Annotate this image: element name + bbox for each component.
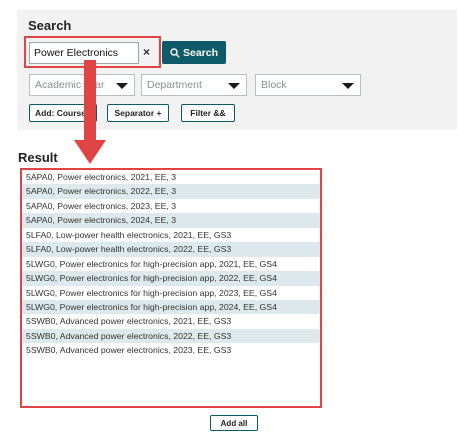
search-button[interactable]: Search xyxy=(162,41,226,64)
list-item[interactable]: 5LWG0, Power electronics for high-precis… xyxy=(22,299,320,315)
list-item[interactable]: 5APA0, Power electronics, 2022, EE, 3 xyxy=(22,184,320,199)
search-button-label: Search xyxy=(182,46,219,59)
filter-button[interactable]: Filter && xyxy=(181,104,235,122)
result-list: 5APA0, Power electronics, 2021, EE, 3 5AP… xyxy=(20,168,322,408)
separator-button[interactable]: Separator + xyxy=(107,104,169,122)
result-title: Result xyxy=(18,150,58,165)
list-item[interactable]: 5LWG0, Power electronics for high-precis… xyxy=(22,286,320,300)
department-select-label: Department xyxy=(147,79,202,91)
chevron-down-icon xyxy=(342,83,354,89)
search-title: Search xyxy=(28,18,72,33)
annotation-arrow-head xyxy=(74,140,106,164)
clear-icon[interactable]: × xyxy=(143,45,150,59)
list-item[interactable]: 5LFA0, Low-power health electronics, 202… xyxy=(22,242,320,257)
chevron-down-icon xyxy=(116,83,128,89)
list-item[interactable]: 5SWB0, Advanced power electronics, 2021,… xyxy=(22,314,320,328)
list-item[interactable]: 5SWB0, Advanced power electronics, 2023,… xyxy=(22,343,320,357)
block-select-label: Block xyxy=(261,79,287,91)
list-item[interactable]: 5APA0, Power electronics, 2023, EE, 3 xyxy=(22,199,320,213)
list-item[interactable]: 5SWB0, Advanced power electronics, 2022,… xyxy=(22,328,320,344)
list-item[interactable]: 5APA0, Power electronics, 2021, EE, 3 xyxy=(22,170,320,184)
search-panel: Search × Search Academic year Department… xyxy=(17,10,457,130)
list-item[interactable]: 5APA0, Power electronics, 2024, EE, 3 xyxy=(22,213,320,228)
list-item[interactable]: 5LFA0, Low-power health electronics, 202… xyxy=(22,228,320,242)
department-select[interactable]: Department xyxy=(141,74,247,96)
academic-year-select[interactable]: Academic year xyxy=(29,74,135,96)
block-select[interactable]: Block xyxy=(255,74,361,96)
add-all-button[interactable]: Add all xyxy=(210,415,258,431)
list-item[interactable]: 5LWG0, Power electronics for high-precis… xyxy=(22,257,320,271)
annotation-arrow-shaft xyxy=(84,60,96,142)
search-icon xyxy=(170,47,180,58)
chevron-down-icon xyxy=(228,83,240,89)
list-item[interactable]: 5LWG0, Power electronics for high-precis… xyxy=(22,271,320,286)
